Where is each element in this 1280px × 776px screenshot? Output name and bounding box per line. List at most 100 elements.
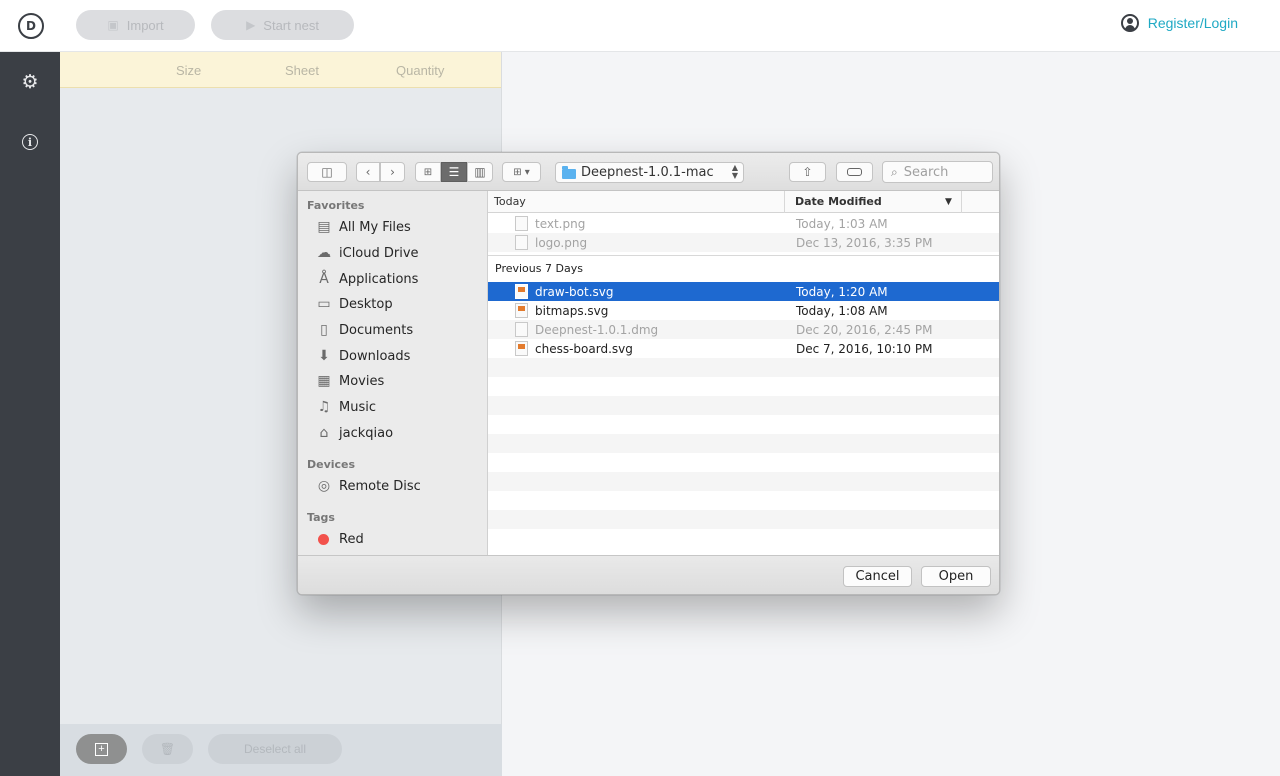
sidebar-item-music[interactable]: ♫ Music	[315, 397, 376, 417]
sidebar-item-label: Documents	[339, 322, 414, 338]
sidebar-item-desktop[interactable]: ▭ Desktop	[315, 294, 392, 314]
parts-table-header: Size Sheet Quantity	[60, 52, 501, 88]
search-field[interactable]: ⌕ Search	[882, 161, 993, 183]
import-icon: ▣	[107, 18, 119, 32]
favorites-heading: Favorites	[307, 199, 365, 212]
red-tag-icon	[318, 533, 329, 545]
share-icon: ⇧	[802, 165, 813, 179]
columns-icon: ▥	[474, 165, 486, 179]
list-view-button[interactable]: ☰	[441, 162, 467, 182]
forward-button[interactable]: ›	[380, 162, 405, 182]
file-name: logo.png	[535, 235, 588, 250]
sidebar-item-label: Movies	[339, 373, 385, 389]
user-icon	[1120, 14, 1139, 32]
sidebar-item-all-my-files[interactable]: ▤ All My Files	[315, 217, 411, 237]
updown-chevron-icon: ▲ ▼	[731, 163, 738, 180]
sidebar-item-label: jackqiao	[339, 425, 394, 441]
open-label: Open	[938, 569, 974, 584]
disc-icon: ◎	[317, 478, 331, 494]
sidebar-item-label: Downloads	[339, 348, 411, 364]
sidebar-item-documents[interactable]: ▯ Documents	[315, 320, 413, 340]
chevron-right-icon: ›	[390, 165, 395, 179]
sidebar-item-label: All My Files	[339, 219, 411, 235]
column-name[interactable]: Today	[494, 195, 526, 208]
sidebar-item-label: Red	[339, 531, 364, 547]
add-icon: +	[95, 742, 108, 756]
devices-heading: Devices	[307, 458, 356, 471]
group-header: Previous 7 Days	[488, 255, 999, 279]
documents-icon: ▯	[320, 322, 328, 338]
sidebar-item-label: iCloud Drive	[339, 245, 419, 261]
share-button[interactable]: ⇧	[789, 162, 826, 182]
file-name: text.png	[535, 216, 586, 231]
svg-file-icon	[515, 303, 528, 318]
list-icon: ☰	[448, 165, 460, 179]
tag-button[interactable]	[836, 162, 873, 182]
delete-button[interactable]: 🗑	[142, 734, 193, 764]
home-icon: ⌂	[319, 425, 329, 441]
register-login-link[interactable]: Register/Login	[1120, 14, 1238, 32]
desktop-icon: ▭	[317, 296, 331, 312]
search-icon: ⌕	[891, 164, 898, 179]
register-login-label: Register/Login	[1147, 15, 1238, 31]
file-row[interactable]: logo.png Dec 13, 2016, 3:35 PM	[488, 233, 999, 252]
file-row[interactable]: bitmaps.svg Today, 1:08 AM	[488, 301, 999, 320]
play-icon: ▶	[246, 18, 256, 32]
sidebar-item-applications[interactable]: Å Applications	[315, 269, 418, 289]
sidebar-item-movies[interactable]: ▦ Movies	[315, 371, 384, 391]
svg-file-icon	[515, 284, 528, 299]
file-date: Today, 1:03 AM	[796, 216, 888, 231]
file-name: bitmaps.svg	[535, 303, 609, 318]
image-file-icon	[515, 216, 528, 231]
deepnest-logo-icon[interactable]: D	[18, 13, 44, 39]
file-list-header: Today Date Modified ▼	[488, 191, 999, 213]
sidebar-item-tag-red[interactable]: Red	[315, 529, 364, 549]
arrange-button[interactable]: ⊞ ▾	[502, 162, 541, 182]
file-row[interactable]: Deepnest-1.0.1.dmg Dec 20, 2016, 2:45 PM	[488, 320, 999, 339]
icon-view-button[interactable]: ⊞	[415, 162, 441, 182]
file-name: Deepnest-1.0.1.dmg	[535, 322, 659, 337]
dialog-button-bar: Cancel Open	[298, 555, 999, 594]
tags-heading: Tags	[307, 511, 335, 524]
column-view-button[interactable]: ▥	[467, 162, 493, 182]
applications-icon: Å	[319, 271, 329, 287]
row-stripe	[488, 472, 999, 491]
music-icon: ♫	[317, 399, 331, 415]
column-divider	[961, 191, 962, 213]
row-stripe	[488, 510, 999, 529]
file-row[interactable]: text.png Today, 1:03 AM	[488, 214, 999, 233]
location-label: Deepnest-1.0.1-mac	[581, 165, 714, 180]
open-button[interactable]: Open	[921, 566, 991, 587]
sidebar-item-home[interactable]: ⌂ jackqiao	[315, 423, 394, 443]
sidebar-item-icloud-drive[interactable]: ☁ iCloud Drive	[315, 243, 419, 263]
gear-icon[interactable]: ⚙	[19, 71, 41, 93]
column-date-modified[interactable]: Date Modified	[795, 195, 882, 208]
start-nest-button[interactable]: ▶ Start nest	[211, 10, 354, 40]
sort-chevron-down-icon[interactable]: ▼	[945, 197, 952, 207]
sidebar-icon: ◫	[321, 165, 333, 179]
downloads-icon: ⬇	[318, 348, 330, 364]
file-date: Today, 1:08 AM	[796, 303, 888, 318]
back-button[interactable]: ‹	[356, 162, 380, 182]
arrange-icon: ⊞ ▾	[513, 166, 530, 178]
sidebar-item-downloads[interactable]: ⬇ Downloads	[315, 346, 410, 366]
all-files-icon: ▤	[317, 219, 331, 235]
movies-icon: ▦	[317, 373, 331, 389]
file-date: Today, 1:20 AM	[796, 284, 888, 299]
deselect-all-button[interactable]: Deselect all	[208, 734, 342, 764]
trash-icon: 🗑	[159, 742, 176, 756]
file-row[interactable]: chess-board.svg Dec 7, 2016, 10:10 PM	[488, 339, 999, 358]
import-button[interactable]: ▣ Import	[76, 10, 195, 40]
column-divider[interactable]	[784, 191, 785, 213]
sidebar-item-remote-disc[interactable]: ◎ Remote Disc	[315, 476, 421, 496]
add-sheet-button[interactable]: +	[76, 734, 127, 764]
cancel-button[interactable]: Cancel	[843, 566, 912, 587]
sidebar-toggle-button[interactable]: ◫	[307, 162, 347, 182]
info-icon[interactable]: i	[22, 134, 38, 150]
parts-panel-footer: + 🗑 Deselect all	[60, 724, 502, 776]
file-row-selected[interactable]: draw-bot.svg Today, 1:20 AM	[488, 282, 999, 301]
file-name: draw-bot.svg	[535, 284, 614, 299]
location-popup[interactable]: Deepnest-1.0.1-mac ▲ ▼	[555, 162, 744, 183]
file-name: chess-board.svg	[535, 341, 633, 356]
disk-image-file-icon	[515, 322, 528, 337]
